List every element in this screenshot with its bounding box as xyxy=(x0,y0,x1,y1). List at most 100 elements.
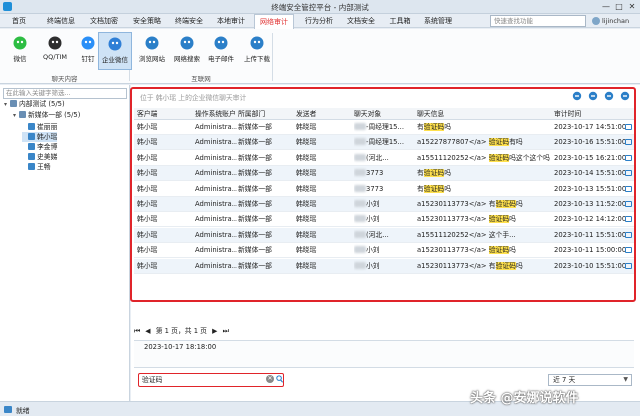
ribbon-item[interactable]: 企业微信 xyxy=(98,32,132,70)
table-cell-dept: 新媒体一部 xyxy=(238,123,272,131)
audit-hint: 位于 韩小瑶 上的企业微信聊天审计 xyxy=(140,94,247,102)
menu-tab[interactable]: 工具箱 xyxy=(384,14,416,28)
tree-node[interactable]: 王畅 xyxy=(22,162,51,172)
menu-tab[interactable]: 安全策略 xyxy=(128,14,166,28)
menu-tab[interactable]: 文档安全 xyxy=(342,14,380,28)
refresh-icon[interactable] xyxy=(604,91,614,101)
table-cell-time: 2023-10-16 15:51:00 xyxy=(554,138,627,147)
monitor-icon[interactable] xyxy=(625,247,632,254)
table-row[interactable]: 韩小瑶 Administra... 新媒体一部 韩晓瑶 (河北... a155111202… xyxy=(134,151,634,166)
search-icon[interactable] xyxy=(276,375,283,383)
ribbon-item-label: 微信 xyxy=(13,55,27,63)
monitor-icon[interactable] xyxy=(625,231,632,238)
table-cell-account: Administra... xyxy=(195,246,237,255)
column-header[interactable]: 聊天信息 xyxy=(417,108,551,120)
column-header[interactable]: 聊天对象 xyxy=(354,108,414,120)
target-text: 小刘 xyxy=(366,246,380,255)
table-row[interactable]: 韩小瑶 Administra... 新媒体一部 韩晓瑶 (河北... a155111202… xyxy=(134,227,634,243)
table-cell-sender: 韩晓瑶 xyxy=(296,169,317,178)
menu-tab[interactable]: 网络审计 xyxy=(254,14,294,29)
table-cell-client: 韩小瑶 xyxy=(137,215,158,224)
column-header[interactable]: 客户端 xyxy=(137,108,193,120)
table-row[interactable]: 韩小瑶 Administra... 新媒体一部 韩晓瑶 小刘 a15230113773</… xyxy=(134,197,634,212)
table-cell-account: Administra... xyxy=(195,169,237,178)
next-page-button[interactable]: ▶ xyxy=(212,327,217,335)
table-cell-time: 2023-10-12 14:12:00 xyxy=(554,215,627,224)
keyword-input[interactable]: 验证码 xyxy=(142,375,260,385)
column-header[interactable]: 所属部门 xyxy=(238,108,294,120)
monitor-icon[interactable] xyxy=(625,262,632,269)
tree-node[interactable]: 崔丽丽 xyxy=(22,122,57,132)
table-cell-client: 韩小瑶 xyxy=(137,230,158,239)
tree-node[interactable]: 李金博 xyxy=(22,142,57,152)
more-icon[interactable] xyxy=(572,91,582,101)
maximize-button[interactable]: □ xyxy=(613,1,625,12)
last-page-button[interactable]: ⏭ xyxy=(223,327,229,335)
monitor-icon[interactable] xyxy=(625,124,632,130)
close-button[interactable]: ✕ xyxy=(626,1,638,12)
group-icon xyxy=(19,111,26,118)
first-page-button[interactable]: ⏮ xyxy=(134,327,140,335)
table-row[interactable]: 韩小瑶 Administra... 新媒体一部 韩晓瑶 -周经理15... a152278… xyxy=(134,135,634,151)
column-header[interactable]: 发送者 xyxy=(296,108,352,120)
ribbon-item[interactable]: 上传下载 xyxy=(240,32,274,70)
menu-tab[interactable]: 首页 xyxy=(2,14,36,28)
menu-tab[interactable]: 行为分析 xyxy=(300,14,338,28)
quick-search-input[interactable]: 快速查找功能 xyxy=(490,15,586,27)
menu-tab[interactable]: 系统管理 xyxy=(420,14,456,28)
table-row[interactable]: 韩小瑶 Administra... 新媒体一部 韩晓瑶 小刘 a15230113773</… xyxy=(134,212,634,228)
computer-icon xyxy=(28,153,35,160)
tree-node[interactable]: ▾ 新媒体一部 (5/5) xyxy=(13,110,80,120)
ribbon-item[interactable]: 电子邮件 xyxy=(204,32,238,70)
message-text: a15230113773</a> 有 xyxy=(417,261,496,270)
ribbon-item[interactable]: 网络搜索 xyxy=(170,32,204,70)
monitor-icon[interactable] xyxy=(625,216,632,223)
tree-node[interactable]: ▾ 内部测试 (5/5) xyxy=(4,99,65,109)
column-header[interactable]: 操作系统账户 xyxy=(195,108,237,120)
prev-page-button[interactable]: ◀ xyxy=(145,327,150,335)
ribbon-item[interactable]: 浏览网站 xyxy=(135,32,169,70)
tree-node[interactable]: 史美娣 xyxy=(22,152,57,162)
minimize-button[interactable]: — xyxy=(600,1,612,12)
menu-tab[interactable]: 终端信息 xyxy=(41,14,81,28)
menu-tab[interactable]: 文档加密 xyxy=(85,14,123,28)
tree-node[interactable]: 韩小瑶 xyxy=(22,132,58,142)
monitor-icon[interactable] xyxy=(625,139,632,146)
monitor-icon[interactable] xyxy=(625,170,632,177)
table-row[interactable]: 韩小瑶 Administra... 新媒体一部 韩晓瑶 3773 有验证码吗 2023-10… xyxy=(134,166,634,182)
message-text: a15230113773</a> xyxy=(417,215,489,224)
message-text: a15227877807</a> xyxy=(417,138,489,147)
ribbon-item[interactable]: 微信 xyxy=(3,32,37,70)
menu-tab[interactable]: 终端安全 xyxy=(170,14,208,28)
tree-node-label: 新媒体一部 (5/5) xyxy=(28,111,81,119)
monitor-icon[interactable] xyxy=(625,185,632,192)
monitor-icon[interactable] xyxy=(625,201,632,207)
ribbon-item[interactable]: QQ/TIM xyxy=(38,32,72,70)
table-cell-client: 韩小瑶 xyxy=(137,261,158,270)
status-icon xyxy=(4,406,12,413)
keyword-highlight: 验证码 xyxy=(488,215,510,224)
search-web-icon xyxy=(179,35,195,51)
tree-filter-input[interactable]: 在此输入关键字筛选... xyxy=(3,88,127,99)
export-icon[interactable] xyxy=(620,91,630,101)
columns-icon[interactable] xyxy=(588,91,598,101)
user-menu[interactable]: lijinchan xyxy=(592,15,629,27)
table-cell-message: a15227877807</a> 验证码有吗 xyxy=(417,135,551,150)
table-cell-client: 韩小瑶 xyxy=(137,169,158,178)
tree-node-label: 李金博 xyxy=(37,143,58,151)
target-text: 小刘 xyxy=(366,200,380,208)
table-row[interactable]: 韩小瑶 Administra... 新媒体一部 韩晓瑶 3773 有验证码吗 2023-10… xyxy=(134,182,634,197)
table-row[interactable]: 韩小瑶 Administra... 新媒体一部 韩晓瑶 小刘 a15230113773</… xyxy=(134,258,634,274)
table-row[interactable]: 韩小瑶 Administra... 新媒体一部 韩晓瑶 小刘 a15230113773</… xyxy=(134,243,634,259)
table-row[interactable]: 韩小瑶 Administra... 新媒体一部 韩晓瑶 -周经理15... 有验证码吗 20… xyxy=(134,120,634,135)
menu-tab[interactable]: 本地审计 xyxy=(212,14,250,28)
clear-icon[interactable]: ✕ xyxy=(266,375,274,383)
time-range-select[interactable]: 近 7 天 ▼ xyxy=(548,374,632,386)
table-cell-account: Administra... xyxy=(195,138,237,147)
pager: ⏮ ◀ 第 1 页，共 1 页 ▶ ⏭ xyxy=(134,325,232,337)
column-header[interactable]: 审计时间 xyxy=(554,108,632,120)
ribbon-item-label: 网络搜索 xyxy=(174,55,200,63)
table-cell-dept: 新媒体一部 xyxy=(238,215,272,224)
table-cell-sender: 韩晓瑶 xyxy=(296,138,317,147)
monitor-icon[interactable] xyxy=(625,154,632,161)
